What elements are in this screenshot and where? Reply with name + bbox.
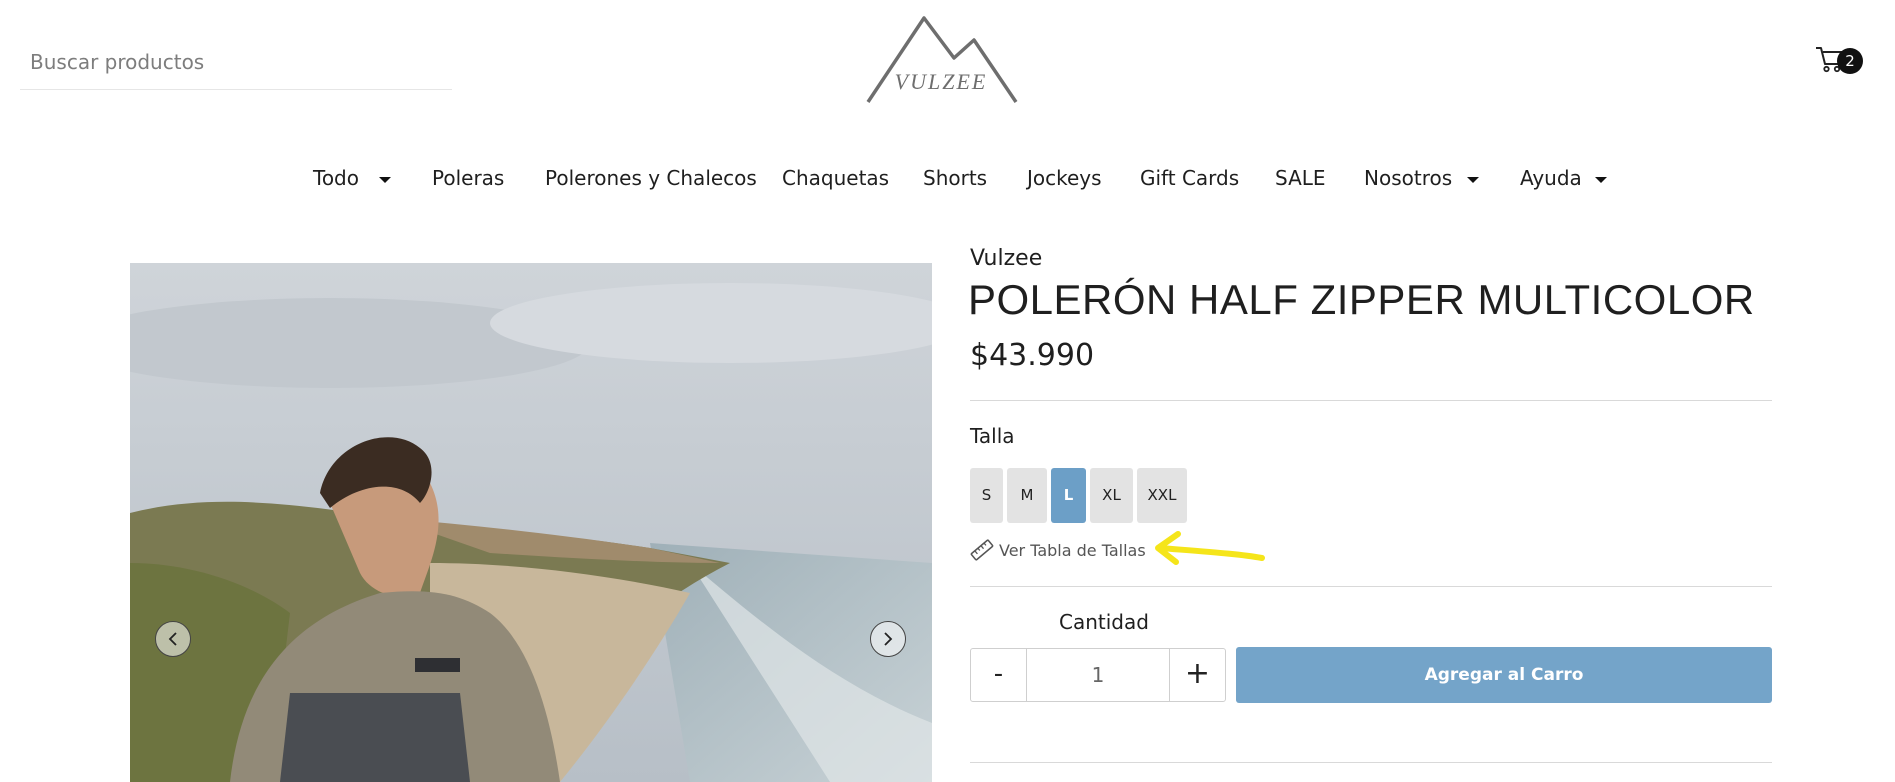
chevron-down-icon[interactable] bbox=[1595, 177, 1607, 183]
quantity-stepper: - + bbox=[970, 648, 1226, 702]
cart-button[interactable]: 2 bbox=[1815, 44, 1863, 78]
cart-count-badge: 2 bbox=[1837, 48, 1863, 74]
logo-text: VULZEE bbox=[895, 69, 988, 94]
quantity-decrease-button[interactable]: - bbox=[971, 649, 1027, 701]
chevron-left-icon bbox=[168, 632, 177, 646]
product-brand[interactable]: Vulzee bbox=[970, 246, 1042, 271]
next-image-button[interactable] bbox=[870, 621, 906, 657]
size-option-m[interactable]: M bbox=[1007, 468, 1047, 523]
size-option-l[interactable]: L bbox=[1051, 468, 1086, 523]
main-nav: Todo Poleras Polerones y Chalecos Chaque… bbox=[0, 166, 1895, 198]
chevron-down-icon[interactable] bbox=[1467, 177, 1479, 183]
ruler-icon bbox=[970, 539, 994, 561]
size-chart-label[interactable]: Ver Tabla de Tallas bbox=[999, 541, 1146, 560]
quantity-increase-button[interactable]: + bbox=[1169, 649, 1225, 701]
divider bbox=[970, 400, 1772, 401]
prev-image-button[interactable] bbox=[155, 621, 191, 657]
size-option-s[interactable]: S bbox=[970, 468, 1003, 523]
size-option-xxl[interactable]: XXL bbox=[1137, 468, 1187, 523]
divider bbox=[970, 586, 1772, 587]
nav-item-ayuda[interactable]: Ayuda bbox=[1520, 166, 1582, 190]
nav-item-polerones[interactable]: Polerones y Chalecos bbox=[545, 166, 757, 190]
nav-item-sale[interactable]: SALE bbox=[1275, 166, 1326, 190]
product-title: POLERÓN HALF ZIPPER MULTICOLOR bbox=[968, 276, 1755, 323]
brand-logo[interactable]: VULZEE bbox=[862, 14, 1020, 106]
product-price: $43.990 bbox=[970, 338, 1095, 373]
add-to-cart-button[interactable]: Agregar al Carro bbox=[1236, 647, 1772, 703]
nav-item-poleras[interactable]: Poleras bbox=[432, 166, 504, 190]
size-label: Talla bbox=[970, 424, 1015, 448]
product-photo bbox=[130, 263, 932, 782]
nav-item-jockeys[interactable]: Jockeys bbox=[1027, 166, 1102, 190]
divider bbox=[970, 762, 1772, 763]
size-option-xl[interactable]: XL bbox=[1090, 468, 1133, 523]
annotation-arrow bbox=[1155, 531, 1265, 565]
nav-item-todo[interactable]: Todo bbox=[313, 166, 359, 190]
search-input[interactable] bbox=[20, 40, 452, 84]
nav-item-shorts[interactable]: Shorts bbox=[923, 166, 987, 190]
chevron-right-icon bbox=[884, 632, 893, 646]
quantity-input[interactable] bbox=[1027, 649, 1169, 701]
search-box[interactable] bbox=[20, 40, 452, 90]
product-image bbox=[130, 263, 932, 782]
quantity-label: Cantidad bbox=[1059, 610, 1149, 634]
nav-item-gift-cards[interactable]: Gift Cards bbox=[1140, 166, 1239, 190]
chevron-down-icon[interactable] bbox=[379, 177, 391, 183]
nav-item-chaquetas[interactable]: Chaquetas bbox=[782, 166, 889, 190]
nav-item-nosotros[interactable]: Nosotros bbox=[1364, 166, 1452, 190]
